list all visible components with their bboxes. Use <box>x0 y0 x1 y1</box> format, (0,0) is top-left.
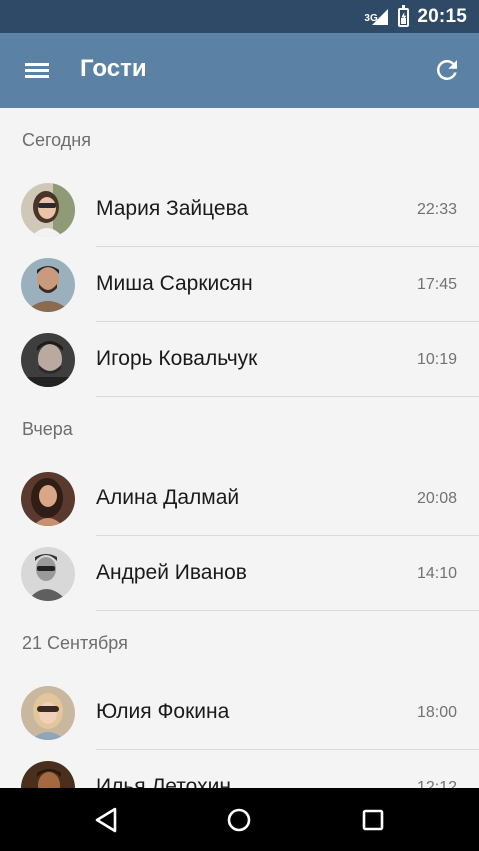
visit-time: 14:10 <box>416 565 457 582</box>
list-item[interactable]: Илья Летохин 12:12 <box>0 750 479 788</box>
recents-square-icon[interactable] <box>355 802 391 838</box>
list-item[interactable]: Миша Саркисян 17:45 <box>0 247 479 322</box>
list-item[interactable]: Игорь Ковальчук 10:19 <box>0 322 479 397</box>
guest-name: Алина Далмай <box>96 486 240 509</box>
menu-icon[interactable] <box>22 59 52 81</box>
network-indicator: 3G <box>364 7 390 27</box>
guest-name: Андрей Иванов <box>96 561 247 584</box>
divider <box>96 396 479 397</box>
page-title: Гости <box>80 55 147 82</box>
guest-name: Илья Летохин <box>96 775 231 788</box>
avatar <box>21 183 75 237</box>
visit-time: 22:33 <box>416 201 457 218</box>
visit-time: 10:19 <box>416 351 457 368</box>
home-circle-icon[interactable] <box>221 802 257 838</box>
signal-icon <box>372 8 389 25</box>
guest-name: Юлия Фокина <box>96 700 230 723</box>
list-item[interactable]: Алина Далмай 20:08 <box>0 461 479 536</box>
system-nav-bar <box>0 788 479 851</box>
app-toolbar: Гости <box>0 33 479 108</box>
status-bar: 3G 20:15 <box>0 0 479 33</box>
guest-name: Игорь Ковальчук <box>96 347 258 370</box>
refresh-icon[interactable] <box>432 55 462 85</box>
visit-time: 12:12 <box>416 779 457 788</box>
avatar <box>21 547 75 601</box>
divider <box>96 610 479 611</box>
avatar <box>21 333 75 387</box>
list-item[interactable]: Мария Зайцева 22:33 <box>0 172 479 247</box>
avatar <box>21 258 75 312</box>
status-icons: 3G 20:15 <box>364 0 467 33</box>
guest-name: Мария Зайцева <box>96 197 249 220</box>
visit-time: 18:00 <box>416 704 457 721</box>
guest-name: Миша Саркисян <box>96 272 253 295</box>
list-item[interactable]: Андрей Иванов 14:10 <box>0 536 479 611</box>
section-header-today: Сегодня <box>22 130 91 150</box>
section-header-sep-21: 21 Сентября <box>22 633 128 653</box>
visit-time: 17:45 <box>416 276 457 293</box>
battery-charging-icon <box>398 5 410 27</box>
avatar <box>21 686 75 740</box>
status-time: 20:15 <box>417 5 467 27</box>
back-triangle-icon[interactable] <box>88 802 124 838</box>
visit-time: 20:08 <box>416 490 457 507</box>
avatar <box>21 472 75 526</box>
guest-list[interactable]: Сегодня Мария Зайцева 22:33 Миша Саркися… <box>0 108 479 788</box>
section-header-yesterday: Вчера <box>22 419 73 439</box>
avatar <box>21 761 75 788</box>
list-item[interactable]: Юлия Фокина 18:00 <box>0 675 479 750</box>
